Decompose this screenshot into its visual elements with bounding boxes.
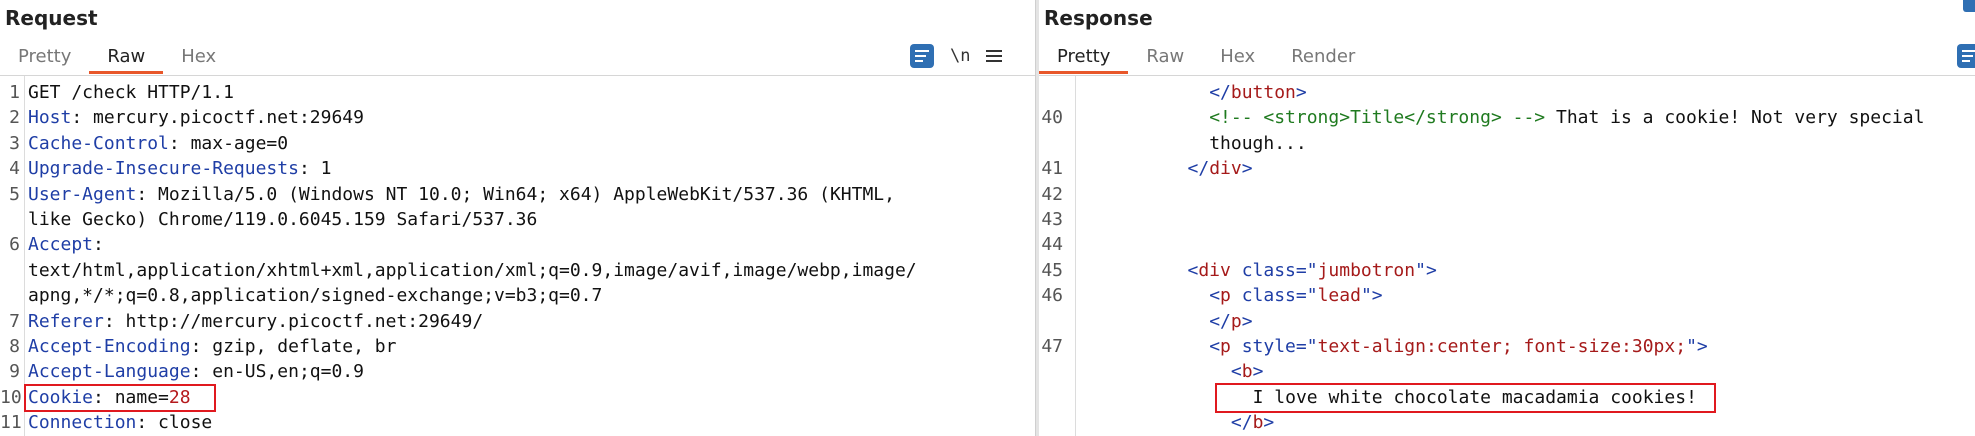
line-number: 8 — [9, 336, 20, 357]
request-tab-divider — [0, 75, 1035, 76]
line-number: 47 — [1041, 336, 1063, 357]
line-number: 3 — [9, 132, 20, 154]
response-line-text: </button> — [1209, 82, 1307, 103]
request-toolbar: \n — [910, 44, 1003, 68]
response-gutter — [1075, 76, 1076, 436]
response-tab-hex[interactable]: Hex — [1202, 44, 1273, 74]
request-gutter — [24, 76, 25, 436]
response-line-text: <div class="jumbotron"> — [1187, 259, 1437, 281]
response-title: Response — [1044, 6, 1153, 30]
line-number: 2 — [9, 107, 20, 129]
line-number: 6 — [9, 234, 20, 256]
request-line-text: Cache-Control: max-age=0 — [28, 132, 289, 154]
response-line-text: </div> — [1187, 158, 1253, 180]
line-number: 11 — [0, 412, 22, 434]
line-number: 41 — [1041, 158, 1063, 180]
response-tab-divider — [1039, 75, 1975, 76]
line-number: 5 — [9, 183, 20, 205]
line-number: 46 — [1041, 285, 1063, 307]
request-tab-raw[interactable]: Raw — [89, 44, 164, 74]
response-line-text: <p class="lead"> — [1209, 285, 1383, 307]
response-line-text: though... — [1209, 132, 1307, 154]
request-line-text: apng,*/*;q=0.8,application/signed-exchan… — [28, 285, 603, 307]
menu-icon[interactable] — [986, 47, 1003, 65]
request-line-text: Accept-Language: en-US,en;q=0.9 — [28, 361, 364, 383]
request-tab-hex[interactable]: Hex — [163, 44, 234, 74]
response-line-text: <p style="text-align:center; font-size:3… — [1209, 336, 1708, 357]
word-wrap-icon[interactable] — [910, 44, 934, 68]
response-tab-raw[interactable]: Raw — [1128, 44, 1202, 74]
line-number: 10 — [0, 386, 22, 408]
panel-layout-icon[interactable] — [1963, 0, 1975, 12]
request-line-text: like Gecko) Chrome/119.0.6045.159 Safari… — [28, 209, 538, 230]
line-number: 42 — [1041, 183, 1063, 205]
line-number: 7 — [9, 310, 20, 332]
response-toolbar — [1957, 44, 1975, 68]
request-line-text: Referer: http://mercury.picoctf.net:2964… — [28, 310, 484, 332]
response-tab-render[interactable]: Render — [1273, 44, 1373, 74]
request-line-text: GET /check HTTP/1.1 — [28, 82, 234, 103]
request-line-text: text/html,application/xhtml+xml,applicat… — [28, 259, 917, 281]
line-number: 44 — [1041, 234, 1063, 256]
request-line-text: Upgrade-Insecure-Requests: 1 — [28, 158, 332, 180]
response-line-text: <!-- <strong>Title</strong> --> That is … — [1209, 107, 1925, 129]
response-line-text: <b> — [1230, 361, 1264, 383]
response-tabs: Pretty Raw Hex Render — [1039, 44, 1373, 74]
line-number: 43 — [1041, 209, 1063, 230]
line-number: 4 — [9, 158, 20, 180]
response-line-text: </p> — [1209, 310, 1253, 332]
request-title: Request — [5, 6, 98, 30]
request-line-text: Accept-Encoding: gzip, deflate, br — [28, 336, 397, 357]
line-number: 1 — [9, 82, 20, 103]
request-pane: Request Pretty Raw Hex \n 1 GET /check HT… — [0, 0, 1035, 436]
line-number: 9 — [9, 361, 20, 383]
request-tabs: Pretty Raw Hex — [0, 44, 234, 74]
line-number: 40 — [1041, 107, 1063, 129]
response-word-wrap-icon[interactable] — [1957, 44, 1975, 68]
request-line-text: Connection: close — [28, 412, 213, 434]
response-pane: Response Pretty Raw Hex Render </button>… — [1039, 0, 1975, 436]
cookie-highlight-box — [24, 384, 216, 412]
response-tab-pretty[interactable]: Pretty — [1039, 44, 1129, 74]
response-line-text: </b> — [1230, 412, 1275, 434]
request-tab-pretty[interactable]: Pretty — [0, 44, 89, 74]
show-newlines-button[interactable]: \n — [950, 46, 970, 66]
line-number: 45 — [1041, 259, 1063, 281]
request-line-text: Accept: — [28, 234, 104, 256]
request-line-text: Host: mercury.picoctf.net:29649 — [28, 107, 364, 129]
request-line-text: User-Agent: Mozilla/5.0 (Windows NT 10.0… — [28, 183, 895, 205]
message-highlight-box — [1215, 383, 1716, 413]
